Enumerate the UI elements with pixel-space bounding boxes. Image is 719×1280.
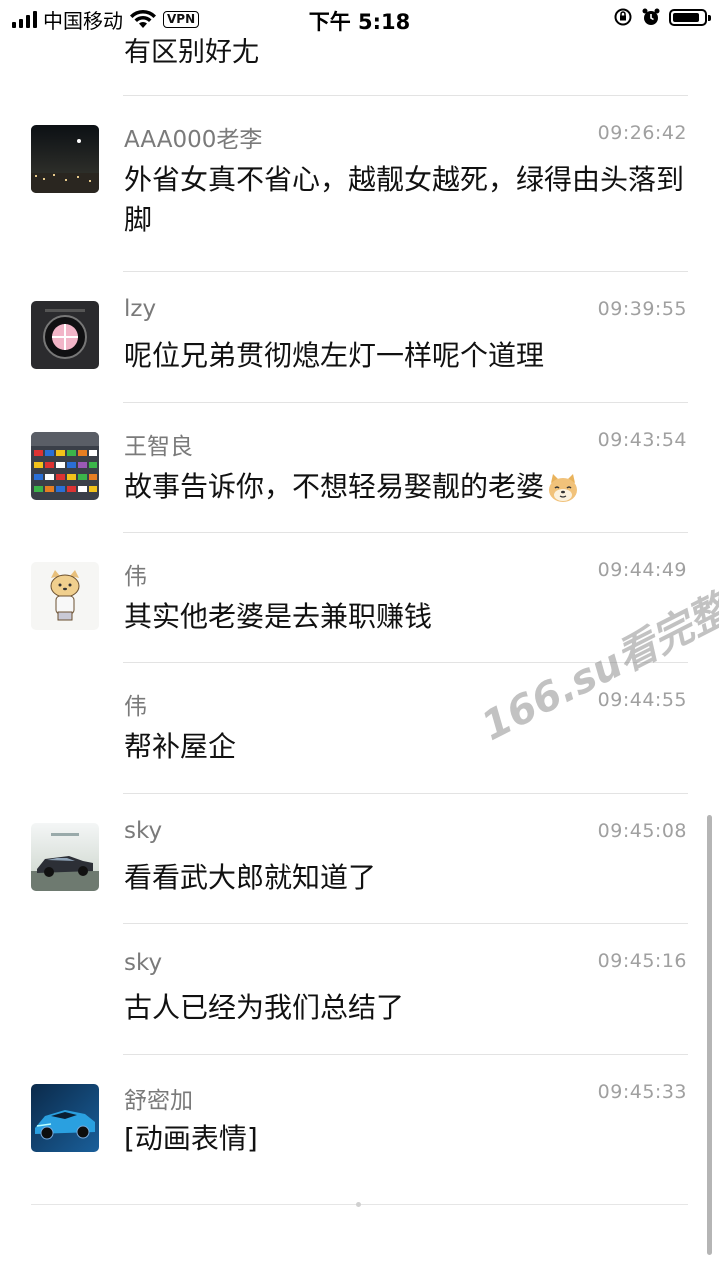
message-text: [动画表情] <box>124 1122 258 1155</box>
status-time: 下午 5:18 <box>308 10 411 34</box>
sender-name: AAA000老李 <box>124 127 263 153</box>
divider <box>123 532 688 533</box>
bmw-logo-avatar[interactable] <box>31 301 99 369</box>
sender-name: 伟 <box>124 694 147 720</box>
end-dot <box>356 1202 361 1207</box>
night-city-avatar[interactable] <box>31 125 99 193</box>
scrollbar[interactable] <box>707 815 712 1255</box>
cartoon-dog-avatar[interactable] <box>31 562 99 630</box>
message-time: 09:43:54 <box>597 429 687 451</box>
message-time: 09:45:33 <box>597 1081 687 1103</box>
sender-name: lzy <box>124 296 157 322</box>
sender-name: 王智良 <box>124 434 193 460</box>
doge-emoji-icon <box>549 474 578 502</box>
message-text: 帮补屋企 <box>124 730 237 763</box>
message-text-content: 故事告诉你，不想轻易娶靓的老婆 <box>124 470 545 503</box>
sender-name: 伟 <box>124 564 147 590</box>
message-text: 故事告诉你，不想轻易娶靓的老婆 <box>124 467 694 507</box>
divider <box>123 402 688 403</box>
battery-icon <box>669 8 711 26</box>
sender-name: sky <box>124 818 163 844</box>
message-text: 外省女真不省心，越靓女越死，绿得由头落到脚 <box>124 163 685 236</box>
message-text: 看看武大郎就知道了 <box>124 861 377 894</box>
car-avatar[interactable] <box>31 823 99 891</box>
watermark-text: 166.su看完整版 <box>474 567 719 750</box>
message-time: 09:44:49 <box>597 559 687 581</box>
blue-supercar-avatar[interactable] <box>31 1084 99 1152</box>
message-time: 09:26:42 <box>597 122 687 144</box>
sender-name: 舒密加 <box>124 1088 193 1114</box>
sender-name: sky <box>124 950 163 976</box>
divider <box>123 793 688 794</box>
toy-cars-avatar[interactable] <box>31 432 99 500</box>
status-bar: 中国移动 VPN 下午 5:18 <box>0 0 719 40</box>
divider <box>123 271 688 272</box>
divider <box>123 923 688 924</box>
alarm-icon <box>642 8 660 25</box>
previous-message-text: 有区别好尢 <box>124 37 259 68</box>
message-text: 古人已经为我们总结了 <box>124 991 405 1024</box>
message-time: 09:45:16 <box>597 950 687 972</box>
rotation-lock-icon <box>614 8 632 26</box>
divider <box>123 1054 688 1055</box>
message-text: 呢位兄弟贯彻熄左灯一样呢个道理 <box>124 339 545 372</box>
divider <box>123 95 688 96</box>
message-time: 09:45:08 <box>597 820 687 842</box>
message-time: 09:39:55 <box>597 298 687 320</box>
